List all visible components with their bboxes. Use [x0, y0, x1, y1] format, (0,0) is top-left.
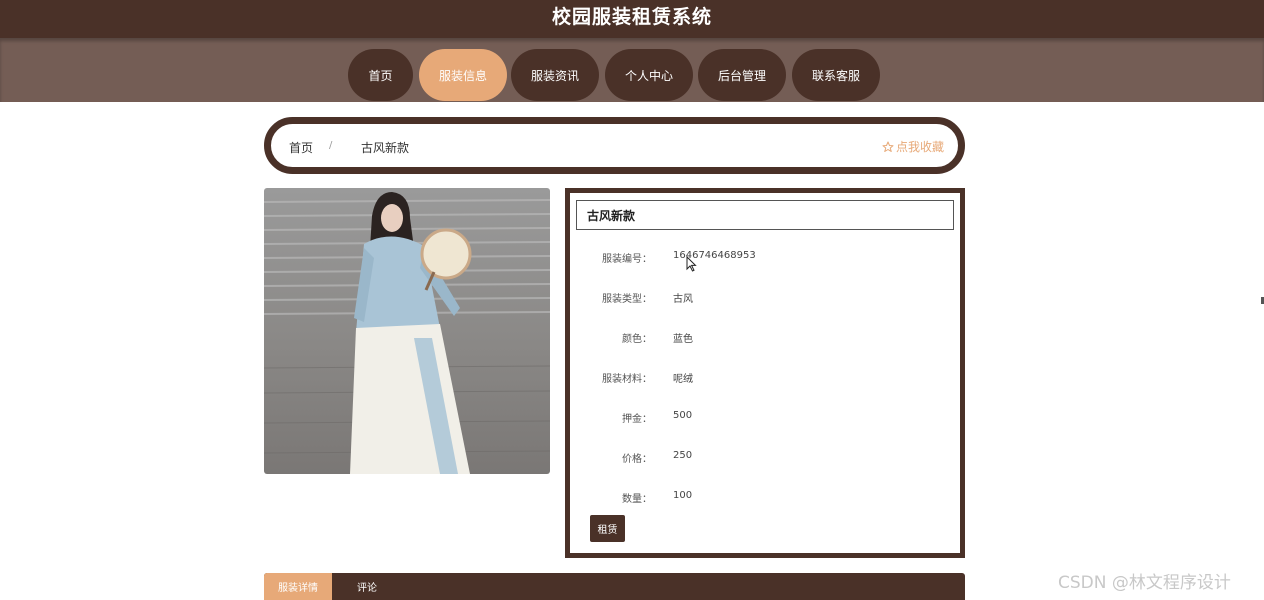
- favorite-button[interactable]: 点我收藏: [882, 138, 944, 155]
- product-image: [264, 188, 550, 474]
- star-outline-icon: [882, 141, 894, 153]
- rent-button[interactable]: 租赁: [590, 515, 625, 542]
- site-title: 校园服装租赁系统: [551, 6, 712, 28]
- field-label-deposit: 押金：: [622, 414, 652, 425]
- field-label-quantity: 数量：: [622, 494, 652, 505]
- field-label-color: 颜色：: [622, 334, 652, 345]
- product-title: 古风新款: [576, 200, 954, 230]
- nav-personal-center[interactable]: 个人中心: [605, 49, 693, 101]
- breadcrumb-current: 古风新款: [361, 141, 410, 155]
- field-value-material: 呢绒: [673, 374, 693, 385]
- tab-comments[interactable]: 评论: [342, 573, 392, 600]
- top-header: 校园服装租赁系统: [0, 0, 1264, 38]
- mouse-cursor-icon: [686, 255, 697, 276]
- favorite-label: 点我收藏: [895, 140, 944, 154]
- breadcrumb-separator: /: [329, 140, 333, 151]
- detail-tabs: 服装详情 评论: [264, 573, 965, 600]
- field-value-price: 250: [673, 450, 693, 461]
- nav-home[interactable]: 首页: [348, 49, 413, 101]
- main-nav: 首页 服装信息 服装资讯 个人中心 后台管理 联系客服: [0, 38, 1264, 102]
- nav-admin[interactable]: 后台管理: [698, 49, 786, 101]
- field-value-deposit: 500: [673, 410, 693, 421]
- field-label-type: 服装类型：: [602, 294, 652, 305]
- nav-clothing-info[interactable]: 服装信息: [419, 49, 507, 101]
- watermark: CSDN @林文程序设计: [1058, 573, 1231, 593]
- field-label-material: 服装材料：: [602, 374, 652, 385]
- field-value-color: 蓝色: [673, 334, 693, 345]
- product-info-panel: 古风新款 服装编号： 1646746468953 服装类型： 古风 颜色： 蓝色…: [565, 188, 965, 558]
- tab-clothing-details[interactable]: 服装详情: [264, 573, 332, 600]
- field-value-type: 古风: [673, 294, 693, 305]
- field-label-code: 服装编号：: [602, 254, 652, 265]
- field-value-quantity: 100: [673, 490, 693, 501]
- field-label-price: 价格：: [622, 454, 652, 465]
- nav-customer-service[interactable]: 联系客服: [792, 49, 880, 101]
- breadcrumb: 首页 / 古风新款 点我收藏: [264, 117, 965, 174]
- nav-clothing-news[interactable]: 服装资讯: [511, 49, 599, 101]
- breadcrumb-home[interactable]: 首页: [289, 139, 313, 156]
